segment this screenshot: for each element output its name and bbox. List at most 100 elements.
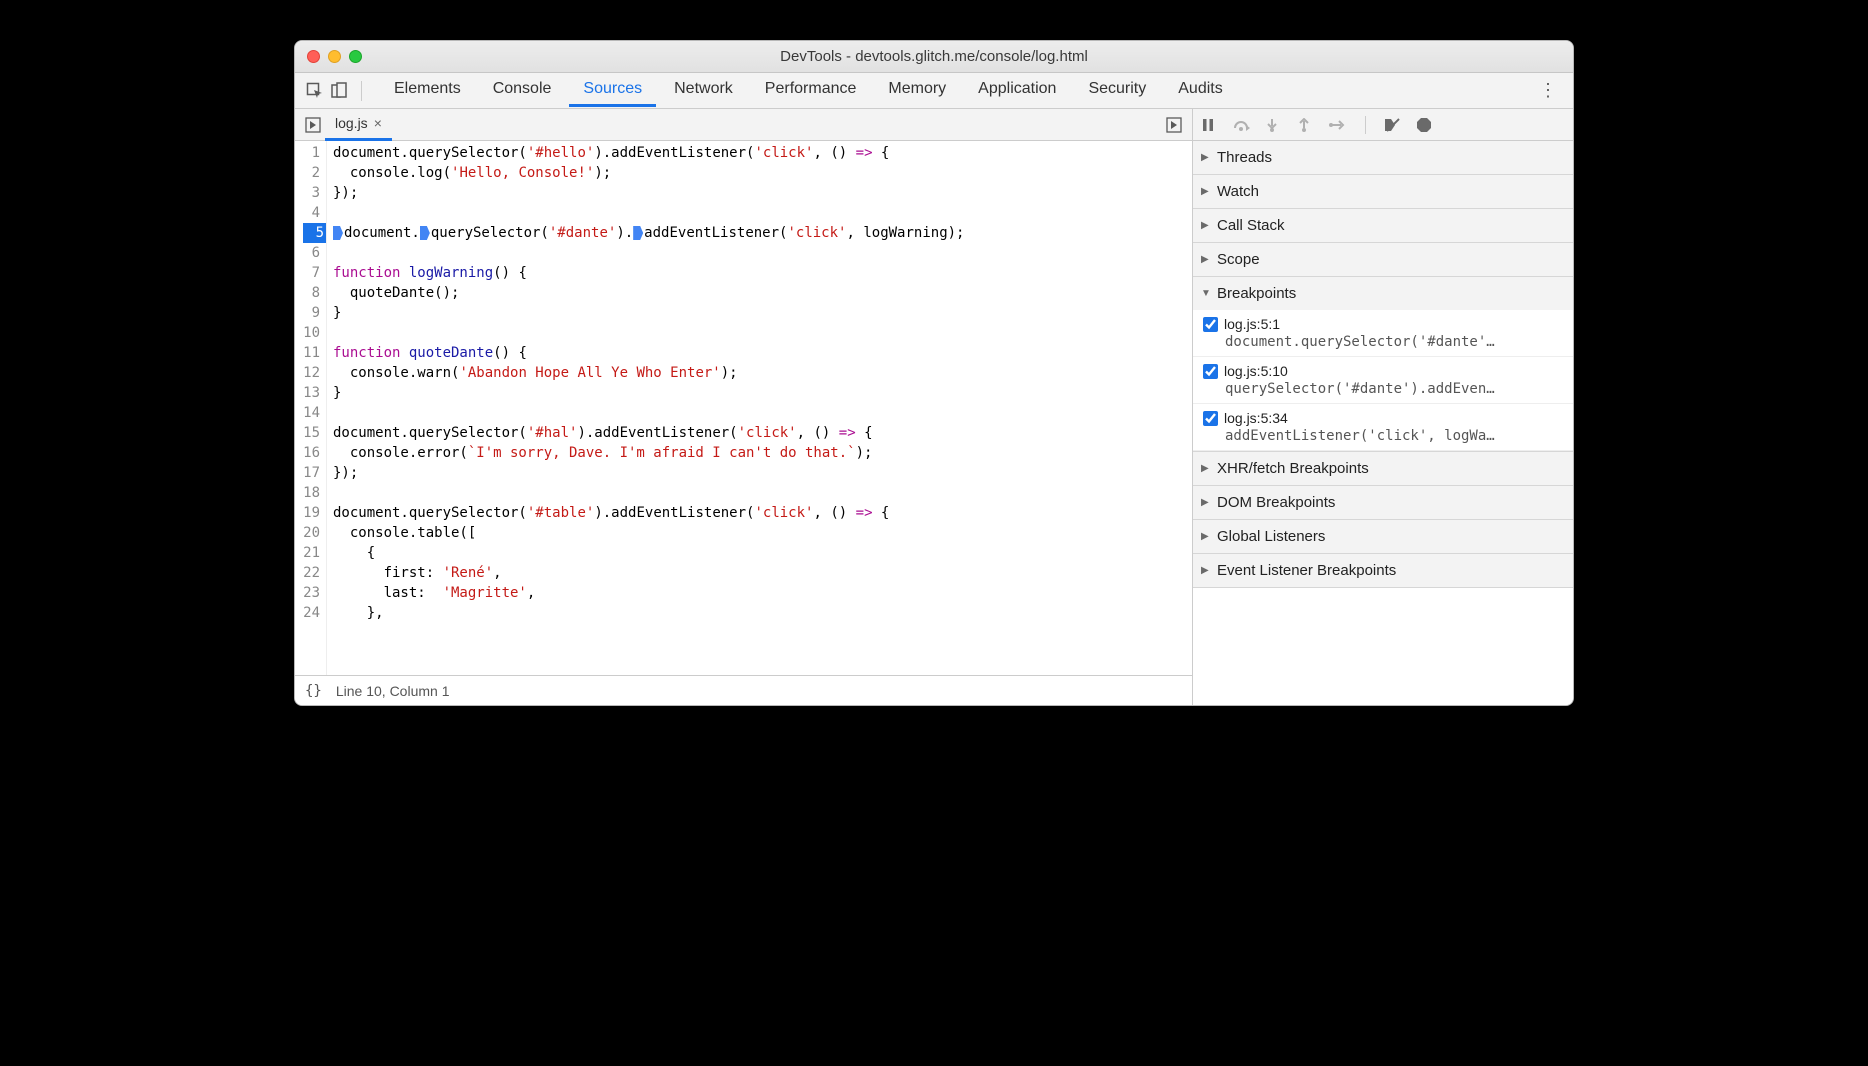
titlebar: DevTools - devtools.glitch.me/console/lo… bbox=[295, 41, 1573, 73]
line-number[interactable]: 8 bbox=[303, 283, 320, 303]
tab-application[interactable]: Application bbox=[964, 74, 1070, 107]
breakpoint-marker-icon[interactable] bbox=[333, 226, 343, 240]
line-number[interactable]: 20 bbox=[303, 523, 320, 543]
section-threads[interactable]: ▶Threads bbox=[1193, 141, 1573, 174]
breakpoint-item[interactable]: log.js:5:1 document.querySelector('#dante… bbox=[1193, 310, 1573, 357]
line-number[interactable]: 19 bbox=[303, 503, 320, 523]
section-xhr-fetch-breakpoints[interactable]: ▶XHR/fetch Breakpoints bbox=[1193, 452, 1573, 485]
section-global-listeners[interactable]: ▶Global Listeners bbox=[1193, 520, 1573, 553]
code-line: document.querySelector('#table').addEven… bbox=[333, 503, 1186, 523]
cursor-position: Line 10, Column 1 bbox=[336, 683, 450, 699]
section-call-stack[interactable]: ▶Call Stack bbox=[1193, 209, 1573, 242]
breakpoint-location: log.js:5:1 bbox=[1224, 316, 1280, 332]
more-options-icon[interactable]: ⋮ bbox=[1531, 80, 1565, 101]
line-number[interactable]: 15 bbox=[303, 423, 320, 443]
breakpoint-item[interactable]: log.js:5:10querySelector('#dante').addEv… bbox=[1193, 357, 1573, 404]
close-window-button[interactable] bbox=[307, 50, 320, 63]
triangle-down-icon: ▼ bbox=[1201, 288, 1211, 299]
line-number[interactable]: 5 bbox=[303, 223, 326, 243]
code-line: } bbox=[333, 383, 1186, 403]
code-line: }); bbox=[333, 183, 1186, 203]
tab-sources[interactable]: Sources bbox=[569, 74, 656, 107]
tab-security[interactable]: Security bbox=[1074, 74, 1160, 107]
deactivate-breakpoints-icon[interactable] bbox=[1384, 118, 1402, 132]
breakpoint-snippet: document.querySelector('#dante'… bbox=[1225, 334, 1565, 350]
debugger-toolbar bbox=[1193, 109, 1573, 141]
step-icon[interactable] bbox=[1329, 118, 1347, 132]
pause-on-exceptions-icon[interactable] bbox=[1416, 117, 1434, 133]
breakpoint-snippet: addEventListener('click', logWa… bbox=[1225, 428, 1565, 444]
code-line bbox=[333, 403, 1186, 423]
line-number[interactable]: 6 bbox=[303, 243, 320, 263]
show-navigator-icon[interactable] bbox=[301, 113, 325, 137]
breakpoint-marker-icon[interactable] bbox=[420, 226, 430, 240]
tab-audits[interactable]: Audits bbox=[1164, 74, 1236, 107]
tab-console[interactable]: Console bbox=[479, 74, 566, 107]
breakpoint-item[interactable]: log.js:5:34 addEventListener('click', log… bbox=[1193, 404, 1573, 451]
code-line: console.error(`I'm sorry, Dave. I'm afra… bbox=[333, 443, 1186, 463]
section-breakpoints[interactable]: ▼ Breakpoints bbox=[1193, 277, 1573, 310]
tab-network[interactable]: Network bbox=[660, 74, 747, 107]
section-label: Event Listener Breakpoints bbox=[1217, 562, 1396, 579]
tab-memory[interactable]: Memory bbox=[874, 74, 960, 107]
line-number[interactable]: 17 bbox=[303, 463, 320, 483]
format-code-icon[interactable]: {} bbox=[305, 683, 322, 699]
line-number[interactable]: 18 bbox=[303, 483, 320, 503]
line-number[interactable]: 2 bbox=[303, 163, 320, 183]
inspect-element-icon[interactable] bbox=[303, 79, 327, 103]
window-title: DevTools - devtools.glitch.me/console/lo… bbox=[295, 48, 1573, 65]
breakpoint-marker-icon[interactable] bbox=[633, 226, 643, 240]
section-dom-breakpoints[interactable]: ▶DOM Breakpoints bbox=[1193, 486, 1573, 519]
device-toolbar-icon[interactable] bbox=[327, 79, 351, 103]
section-label: Breakpoints bbox=[1217, 285, 1296, 302]
line-number[interactable]: 14 bbox=[303, 403, 320, 423]
line-number[interactable]: 1 bbox=[303, 143, 320, 163]
line-number[interactable]: 24 bbox=[303, 603, 320, 623]
show-debugger-icon[interactable] bbox=[1162, 113, 1186, 137]
breakpoint-location: log.js:5:34 bbox=[1224, 410, 1288, 426]
line-number[interactable]: 11 bbox=[303, 343, 320, 363]
close-file-icon[interactable]: × bbox=[374, 115, 382, 131]
step-into-icon[interactable] bbox=[1265, 118, 1283, 132]
line-number[interactable]: 21 bbox=[303, 543, 320, 563]
step-over-icon[interactable] bbox=[1233, 118, 1251, 132]
triangle-right-icon: ▶ bbox=[1201, 463, 1211, 474]
zoom-window-button[interactable] bbox=[349, 50, 362, 63]
divider bbox=[361, 81, 362, 101]
line-number[interactable]: 12 bbox=[303, 363, 320, 383]
line-number[interactable]: 7 bbox=[303, 263, 320, 283]
section-label: Call Stack bbox=[1217, 217, 1285, 234]
code-line: }); bbox=[333, 463, 1186, 483]
code-line bbox=[333, 243, 1186, 263]
code-line: last: 'Magritte', bbox=[333, 583, 1186, 603]
breakpoint-location: log.js:5:10 bbox=[1224, 363, 1288, 379]
tab-performance[interactable]: Performance bbox=[751, 74, 871, 107]
breakpoint-checkbox[interactable] bbox=[1203, 364, 1218, 379]
line-number[interactable]: 9 bbox=[303, 303, 320, 323]
triangle-right-icon: ▶ bbox=[1201, 565, 1211, 576]
code-line: } bbox=[333, 303, 1186, 323]
section-watch[interactable]: ▶Watch bbox=[1193, 175, 1573, 208]
tab-elements[interactable]: Elements bbox=[380, 74, 475, 107]
line-number[interactable]: 4 bbox=[303, 203, 320, 223]
breakpoint-checkbox[interactable] bbox=[1203, 317, 1218, 332]
file-tabs-bar: log.js × bbox=[295, 109, 1192, 141]
line-number[interactable]: 16 bbox=[303, 443, 320, 463]
line-number[interactable]: 3 bbox=[303, 183, 320, 203]
minimize-window-button[interactable] bbox=[328, 50, 341, 63]
section-event-listener-breakpoints[interactable]: ▶ Event Listener Breakpoints bbox=[1193, 554, 1573, 587]
line-number[interactable]: 22 bbox=[303, 563, 320, 583]
pause-icon[interactable] bbox=[1201, 118, 1219, 132]
code-line: document.querySelector('#hal').addEventL… bbox=[333, 423, 1186, 443]
code-line: quoteDante(); bbox=[333, 283, 1186, 303]
code-line: { bbox=[333, 543, 1186, 563]
section-scope[interactable]: ▶Scope bbox=[1193, 243, 1573, 276]
line-number[interactable]: 23 bbox=[303, 583, 320, 603]
step-out-icon[interactable] bbox=[1297, 118, 1315, 132]
code-editor[interactable]: 123456789101112131415161718192021222324 … bbox=[295, 141, 1192, 675]
file-tab-log-js[interactable]: log.js × bbox=[325, 109, 392, 141]
breakpoint-checkbox[interactable] bbox=[1203, 411, 1218, 426]
line-number[interactable]: 10 bbox=[303, 323, 320, 343]
triangle-right-icon: ▶ bbox=[1201, 497, 1211, 508]
line-number[interactable]: 13 bbox=[303, 383, 320, 403]
